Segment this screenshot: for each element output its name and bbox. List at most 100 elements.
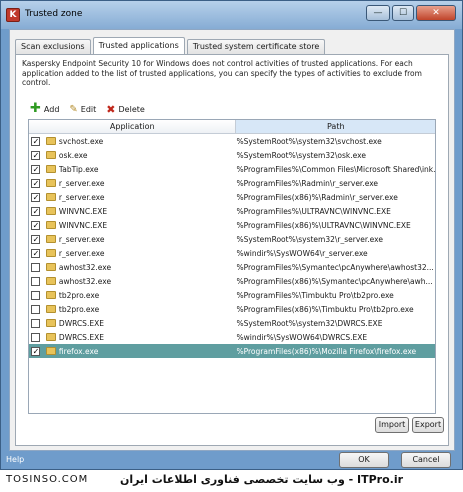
add-label: Add [43,104,60,114]
table-row[interactable]: DWRCS.EXE %SystemRoot%\system32\DWRCS.EXE [29,316,435,330]
row-checkbox[interactable] [31,276,41,286]
add-button[interactable]: ✚ Add [30,102,59,116]
row-checkbox[interactable]: ✓ [31,346,41,356]
maximize-button[interactable]: ☐ [392,5,414,21]
row-checkbox[interactable]: ✓ [31,164,41,174]
ok-button[interactable]: OK [339,452,389,468]
application-cell: r_server.exe [58,248,105,258]
row-checkbox-cell [29,262,43,272]
plus-icon: ✚ [30,101,41,116]
row-checkbox[interactable]: ✓ [31,206,41,216]
export-button[interactable]: Export [412,417,444,433]
folder-icon [45,207,56,215]
column-header-path[interactable]: Path [236,120,435,133]
path-cell: %ProgramFiles%\Timbuktu Pro\tb2pro.exe [236,290,394,300]
path-cell: %ProgramFiles(x86)%\Timbuktu Pro\tb2pro.… [236,304,414,314]
row-checkbox[interactable]: ✓ [31,136,41,146]
table-row[interactable]: ✓ r_server.exe %ProgramFiles(x86)%\Radmin\… [29,190,435,204]
row-checkbox-cell [29,304,43,314]
row-checkbox[interactable]: ✓ [31,248,41,258]
row-checkbox[interactable] [31,318,41,328]
table-row[interactable]: ✓ r_server.exe %SystemRoot%\system32\r_ser… [29,232,435,246]
table-row[interactable]: tb2pro.exe %ProgramFiles(x86)%\Timbuktu P… [29,302,435,316]
folder-icon [45,249,56,257]
minimize-button[interactable]: — [366,5,390,21]
column-header-application[interactable]: Application [29,120,237,133]
folder-icon [45,179,56,187]
application-cell: WINVNC.EXE [58,220,108,230]
row-checkbox[interactable] [31,262,41,272]
folder-icon [45,235,56,243]
table-row[interactable]: ✓ firefox.exe %ProgramFiles(x86)%\Mozilla … [29,344,435,358]
application-cell: r_server.exe [58,234,105,244]
path-cell: %ProgramFiles%\Radmin\r_server.exe [236,178,379,188]
table-row[interactable]: ✓ r_server.exe %windir%\SysWOW64\r_server.… [29,246,435,260]
trusted-applications-table[interactable]: Application Path ✓ svchost.exe %SystemRoot… [28,119,436,414]
window-controls: — ☐ ✕ [366,5,456,21]
row-checkbox[interactable]: ✓ [31,234,41,244]
table-row[interactable]: ✓ WINVNC.EXE %ProgramFiles%\ULTRAVNC\WINVN… [29,204,435,218]
folder-icon [45,347,56,355]
application-cell: svchost.exe [58,136,104,146]
folder-icon [45,319,56,327]
path-cell: %windir%\SysWOW64\r_server.exe [236,248,368,258]
row-checkbox[interactable]: ✓ [31,178,41,188]
folder-icon [45,263,56,271]
row-checkbox[interactable]: ✓ [31,220,41,230]
trusted-applications-panel: Kaspersky Endpoint Security 10 for Windo… [15,54,449,446]
tab-trusted-certificate-store[interactable]: Trusted system certificate store [186,39,326,54]
row-checkbox-cell: ✓ [29,192,43,202]
row-checkbox[interactable] [31,332,41,342]
path-cell: %ProgramFiles%\Common Files\Microsoft Sh… [236,164,435,174]
folder-icon-cell [43,151,59,159]
row-checkbox[interactable] [31,290,41,300]
folder-icon [45,305,56,313]
row-checkbox[interactable] [31,304,41,314]
dialog-footer: Help OK Cancel [1,451,462,469]
row-checkbox-cell: ✓ [29,346,43,356]
table-row[interactable]: awhost32.exe %ProgramFiles%\Symantec\pcAn… [29,260,435,274]
help-link[interactable]: Help [6,455,24,464]
title-bar[interactable]: K Trusted zone — ☐ ✕ [1,1,462,29]
window-title: Trusted zone [25,9,83,19]
table-row[interactable]: ✓ WINVNC.EXE %ProgramFiles(x86)%\ULTRAVNC\… [29,218,435,232]
row-checkbox[interactable]: ✓ [31,192,41,202]
edit-button[interactable]: ✎ Edit [69,102,96,116]
application-cell: awhost32.exe [58,276,112,286]
cancel-button[interactable]: Cancel [401,452,451,468]
table-row[interactable]: awhost32.exe %ProgramFiles(x86)%\Symantec… [29,274,435,288]
table-row[interactable]: DWRCS.EXE %windir%\SysWOW64\DWRCS.EXE [29,330,435,344]
table-row[interactable]: ✓ osk.exe %SystemRoot%\system32\osk.exe [29,148,435,162]
edit-label: Edit [80,104,97,114]
table-body: ✓ svchost.exe %SystemRoot%\system32\svchos… [29,134,435,358]
folder-icon-cell [43,333,59,341]
tab-trusted-applications[interactable]: Trusted applications [92,37,185,54]
folder-icon-cell [43,179,59,187]
row-checkbox-cell [29,276,43,286]
import-button[interactable]: Import [375,417,409,433]
row-checkbox-cell [29,290,43,300]
application-cell: WINVNC.EXE [58,206,108,216]
row-checkbox-cell: ✓ [29,150,43,160]
path-cell: %SystemRoot%\system32\osk.exe [236,150,366,160]
folder-icon [45,333,56,341]
row-checkbox-cell: ✓ [29,206,43,216]
table-row[interactable]: tb2pro.exe %ProgramFiles%\Timbuktu Pro\tb… [29,288,435,302]
row-checkbox-cell: ✓ [29,234,43,244]
close-button[interactable]: ✕ [416,5,456,21]
table-row[interactable]: ✓ TabTip.exe %ProgramFiles%\Common Files\M… [29,162,435,176]
folder-icon-cell [43,193,59,201]
path-cell: %ProgramFiles%\Symantec\pcAnywhere\awhos… [236,262,434,272]
folder-icon [45,151,56,159]
row-checkbox-cell [29,332,43,342]
export-label: Export [414,420,442,429]
tab-scan-exclusions[interactable]: Scan exclusions [15,39,91,54]
delete-button[interactable]: ✖ Delete [106,102,145,116]
table-row[interactable]: ✓ r_server.exe %ProgramFiles%\Radmin\r_ser… [29,176,435,190]
folder-icon [45,291,56,299]
folder-icon-cell [43,235,59,243]
folder-icon-cell [43,165,59,173]
application-cell: DWRCS.EXE [58,318,104,328]
table-row[interactable]: ✓ svchost.exe %SystemRoot%\system32\svchos… [29,134,435,148]
row-checkbox[interactable]: ✓ [31,150,41,160]
